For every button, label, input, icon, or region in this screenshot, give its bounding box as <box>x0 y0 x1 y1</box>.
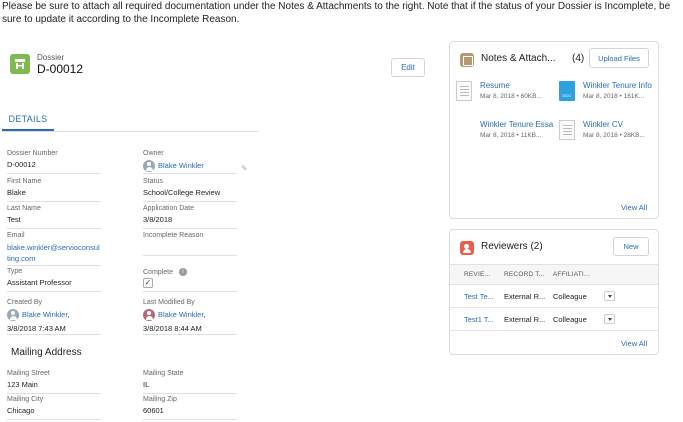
status-field: Status School/College Review <box>143 178 237 202</box>
complete-checkbox: ✓ <box>143 278 153 288</box>
new-reviewer-button[interactable]: New <box>613 237 649 256</box>
mailing-zip-field: Mailing Zip 60601 <box>143 396 237 420</box>
notes-card-title[interactable]: Notes & Attach... <box>481 53 555 64</box>
tab-details[interactable]: DETAILS <box>2 109 54 131</box>
last-modified-by-field: Last Modified By Blake Winkler, 3/8/2018… <box>143 299 237 335</box>
file-item[interactable]: DOC Winkler Tenure Info Mar 8, 2018 • 16… <box>559 81 659 111</box>
notes-view-all-link[interactable]: View All <box>621 203 647 212</box>
doc-file-icon: DOC <box>559 81 575 101</box>
file-item[interactable]: Winkler Tenure Essa Mar 8, 2018 • 11KB..… <box>456 120 556 150</box>
notes-count: (4) <box>572 53 585 64</box>
documentation-notice: Please be sure to attach all required do… <box>2 1 671 25</box>
blank-file-icon <box>456 120 472 140</box>
avatar <box>143 160 155 172</box>
reviewer-icon <box>460 241 474 255</box>
row-actions-dropdown-icon[interactable] <box>604 291 615 301</box>
column-header-record-type[interactable]: RECORD T... <box>504 271 545 278</box>
first-name-field: First Name Blake <box>7 178 101 202</box>
last-name-field: Last Name Test <box>7 205 101 229</box>
tab-divider <box>2 131 258 132</box>
dossier-number-field: Dossier Number D-00012 <box>7 150 101 174</box>
edit-button[interactable]: Edit <box>391 58 425 77</box>
reviewer-link[interactable]: Test Te... <box>464 292 494 301</box>
row-actions-dropdown-icon[interactable] <box>604 314 615 324</box>
mailing-address-heading: Mailing Address <box>11 347 82 358</box>
complete-field: Complete i ✓ <box>143 268 237 292</box>
application-date-field: Application Date 3/8/2018 <box>143 205 237 229</box>
table-header: REVIE... RECORD T... AFFILIATI... <box>450 264 658 285</box>
avatar <box>143 309 155 321</box>
table-row: Test Te... External R... Colleague <box>450 285 658 308</box>
incomplete-reason-field: Incomplete Reason <box>143 232 237 256</box>
avatar <box>7 309 19 321</box>
last-modified-user-link[interactable]: Blake Winkler <box>158 310 203 319</box>
column-header-affiliation[interactable]: AFFILIATI... <box>553 271 590 278</box>
owner-user-link[interactable]: Blake Winkler <box>158 161 204 170</box>
change-owner-icon[interactable]: ✎ <box>241 164 248 173</box>
mailing-state-field: Mailing State IL <box>143 370 237 394</box>
email-field: Email blake.winkler@servioconsul ting.com <box>7 232 101 266</box>
reviewers-card-title[interactable]: Reviewers (2) <box>481 241 543 252</box>
notes-attachments-card: Notes & Attach... (4) Upload Files Resum… <box>449 41 659 219</box>
file-item[interactable]: Resume Mar 8, 2018 • 60KB... <box>456 81 556 111</box>
reviewers-view-all-link[interactable]: View All <box>621 339 647 348</box>
owner-field: Owner Blake Winkler <box>143 150 237 174</box>
mailing-city-field: Mailing City Chicago <box>7 396 101 420</box>
attachment-icon <box>460 53 474 67</box>
info-icon[interactable]: i <box>178 268 187 276</box>
email-link[interactable]: blake.winkler@servioconsul ting.com <box>7 242 107 264</box>
record-title: D-00012 <box>37 62 84 76</box>
table-row: Test1 T... External R... Colleague <box>450 308 658 331</box>
column-header-reviewer[interactable]: REVIE... <box>464 271 491 278</box>
type-field: Type Assistant Professor <box>7 268 101 292</box>
created-by-field: Created By Blake Winkler, 3/8/2018 7:43 … <box>7 299 101 335</box>
created-by-user-link[interactable]: Blake Winkler <box>22 310 67 319</box>
record-type-label: Dossier <box>37 53 65 62</box>
file-item[interactable]: Winkler CV Mar 8, 2018 • 28KB... <box>559 120 659 150</box>
reviewer-link[interactable]: Test1 T... <box>464 315 494 324</box>
dossier-icon <box>10 54 30 74</box>
text-document-icon <box>559 120 575 140</box>
upload-files-button[interactable]: Upload Files <box>589 48 649 68</box>
reviewers-card: Reviewers (2) New REVIE... RECORD T... A… <box>449 229 659 355</box>
mailing-street-field: Mailing Street 123 Main <box>7 370 101 394</box>
text-document-icon <box>456 81 472 101</box>
